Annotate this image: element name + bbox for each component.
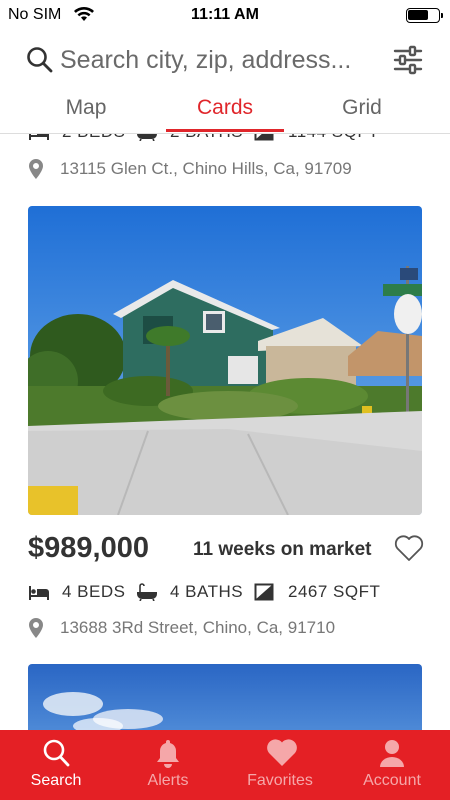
house-photo-image	[28, 206, 422, 515]
tab-cards[interactable]: Cards	[165, 96, 285, 120]
battery-fill	[408, 10, 428, 20]
listing-price: $989,000	[28, 532, 149, 564]
bottom-nav: Search Alerts Favorites Account	[0, 730, 450, 800]
search-icon	[27, 47, 53, 73]
nav-account[interactable]: Account	[336, 730, 448, 800]
listing-list[interactable]: 2 BEDS 2 BATHS 1144 SQFT 13115 Glen Ct.,…	[0, 134, 450, 730]
battery-icon	[406, 8, 443, 23]
active-tab-indicator	[166, 129, 284, 132]
listing-features: 2 BEDS 2 BATHS 1144 SQFT	[28, 134, 428, 146]
listing-photo[interactable]	[28, 664, 422, 730]
days-on-market: 11 weeks on market	[193, 539, 372, 560]
bed-icon	[29, 586, 49, 600]
bathtub-icon	[137, 134, 157, 141]
area-icon	[254, 583, 274, 601]
view-tabs: Map Cards Grid	[0, 92, 450, 134]
search-input[interactable]	[60, 42, 380, 78]
nav-favorites[interactable]: Favorites	[224, 730, 336, 800]
heart-icon	[267, 739, 297, 766]
location-pin-icon	[29, 618, 43, 638]
favorite-heart-icon[interactable]	[394, 534, 424, 562]
nav-alerts[interactable]: Alerts	[112, 730, 224, 800]
listing-features: 4 BEDS 4 BATHS 2467 SQFT	[28, 582, 428, 606]
listing-photo[interactable]	[28, 206, 422, 515]
filter-sliders-icon[interactable]	[392, 44, 424, 76]
search-bar	[0, 36, 450, 84]
search-icon	[43, 739, 70, 767]
bell-icon	[157, 740, 179, 768]
sky-photo-image	[28, 664, 422, 730]
status-bar: No SIM 11:11 AM	[0, 0, 450, 30]
tab-grid[interactable]: Grid	[302, 96, 422, 120]
status-time: 11:11 AM	[191, 6, 259, 23]
nav-search[interactable]: Search	[0, 730, 112, 800]
tab-map[interactable]: Map	[26, 96, 146, 120]
bathtub-icon	[137, 583, 157, 601]
bed-icon	[29, 134, 49, 140]
person-icon	[380, 740, 404, 767]
area-icon	[254, 134, 274, 141]
location-pin-icon	[29, 159, 43, 179]
